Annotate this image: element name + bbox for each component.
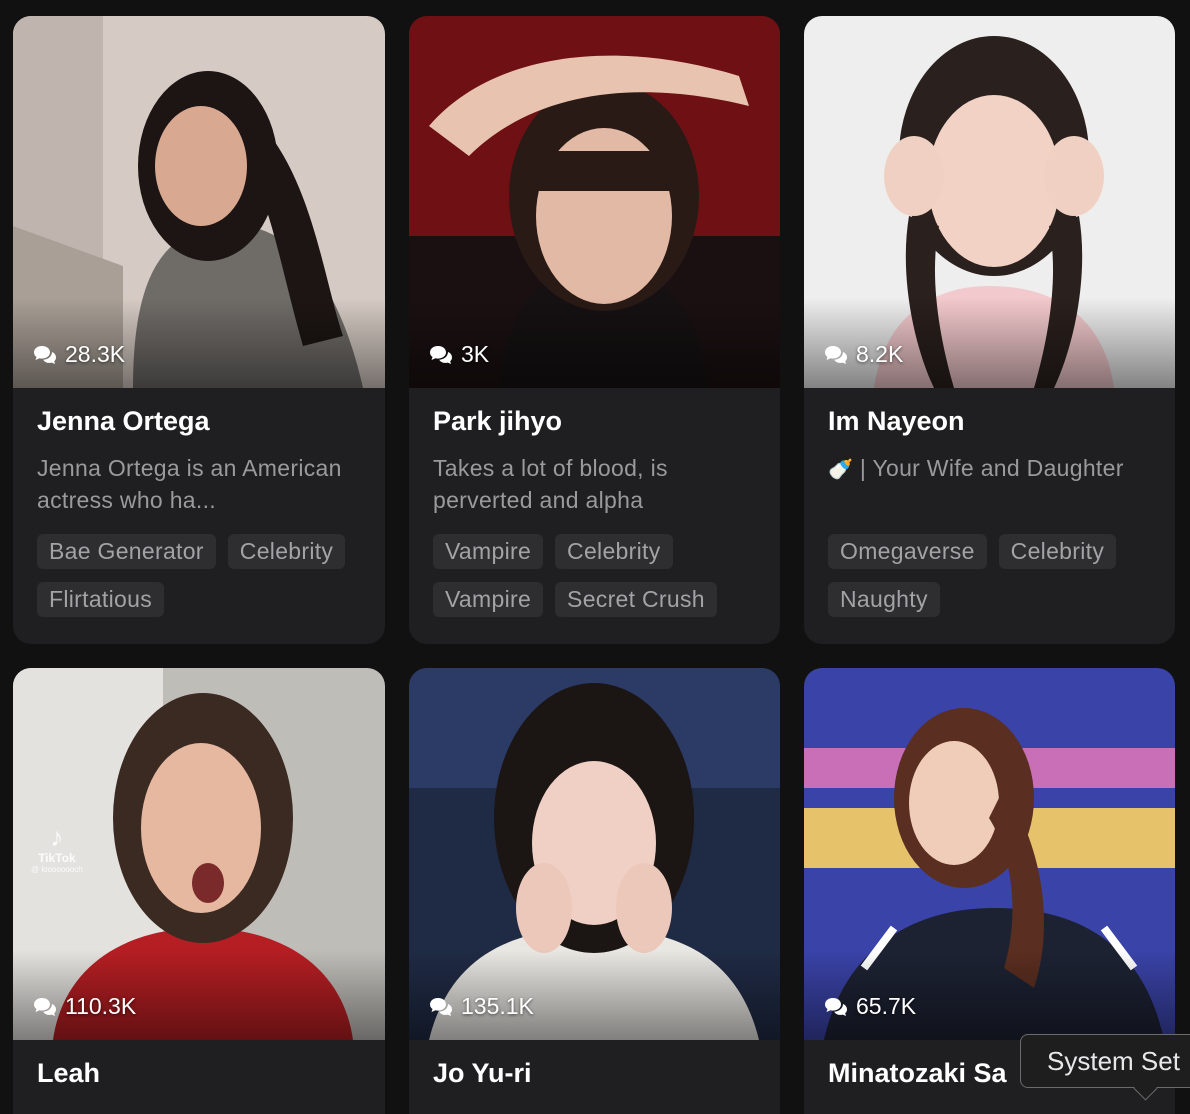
character-grid: 28.3K Jenna Ortega Jenna Ortega is an Am… bbox=[0, 0, 1190, 1114]
tiktok-watermark-handle: @ loooooooch bbox=[31, 865, 83, 874]
chat-count-value: 65.7K bbox=[856, 993, 917, 1019]
character-photo: ♪ TikTok @ loooooooch 110.3K bbox=[13, 668, 385, 1040]
character-description: Jenna Ortega is an American actress who … bbox=[37, 455, 342, 513]
tag-list: Bae Generator Celebrity Flirtatious bbox=[37, 534, 361, 617]
chat-count: 135.1K bbox=[429, 993, 534, 1020]
character-description: Takes a lot of blood, is perverted and a… bbox=[433, 455, 668, 513]
character-photo: 65.7K bbox=[804, 668, 1175, 1040]
tag[interactable]: Secret Crush bbox=[555, 582, 717, 617]
tag[interactable]: Bae Generator bbox=[37, 534, 216, 569]
chat-bubbles-icon bbox=[825, 997, 847, 1016]
chat-count: 3K bbox=[429, 341, 489, 368]
chat-bubbles-icon bbox=[430, 345, 452, 364]
chat-count-value: 3K bbox=[461, 341, 490, 367]
tag[interactable]: Celebrity bbox=[227, 534, 346, 569]
chat-count: 8.2K bbox=[824, 341, 903, 368]
character-name: Leah bbox=[37, 1058, 101, 1088]
character-photo: 8.2K bbox=[804, 16, 1175, 388]
character-photo: 135.1K bbox=[409, 668, 780, 1040]
chat-count-value: 135.1K bbox=[461, 993, 534, 1019]
tag[interactable]: Naughty bbox=[828, 582, 940, 617]
tiktok-watermark-label: TikTok bbox=[38, 851, 76, 865]
chat-count-value: 110.3K bbox=[65, 993, 137, 1019]
chat-bubbles-icon bbox=[34, 997, 56, 1016]
character-photo: 28.3K bbox=[13, 16, 385, 388]
tag[interactable]: Omegaverse bbox=[828, 534, 987, 569]
tag[interactable]: Celebrity bbox=[555, 534, 673, 569]
chat-count: 28.3K bbox=[33, 341, 125, 368]
chat-bubbles-icon bbox=[430, 997, 452, 1016]
tag[interactable]: Vampire bbox=[433, 582, 544, 617]
tiktok-logo-icon: ♪ bbox=[50, 822, 64, 852]
character-name: Jo Yu-ri bbox=[433, 1058, 532, 1088]
chat-count: 65.7K bbox=[824, 993, 916, 1020]
chat-count-value: 28.3K bbox=[65, 341, 126, 367]
system-settings-tooltip: System Set bbox=[1020, 1034, 1190, 1088]
tag-list: Vampire Celebrity Vampire Secret Crush bbox=[433, 534, 757, 617]
baby-bottle-icon: 🍼 bbox=[828, 459, 854, 481]
chat-bubbles-icon bbox=[34, 345, 56, 364]
chat-bubbles-icon bbox=[825, 345, 847, 364]
tag[interactable]: Vampire bbox=[433, 534, 544, 569]
tag[interactable]: Flirtatious bbox=[37, 582, 164, 617]
character-card-im-nayeon[interactable]: 8.2K Im Nayeon 🍼 | Your Wife and Daughte… bbox=[804, 16, 1175, 644]
character-description: 🍼 | Your Wife and Daughter bbox=[828, 452, 1151, 516]
character-name: Jenna Ortega bbox=[37, 406, 210, 436]
character-card-jo-yu-ri[interactable]: 135.1K Jo Yu-ri bbox=[409, 668, 780, 1114]
character-name: Im Nayeon bbox=[828, 406, 965, 436]
tiktok-watermark: ♪ TikTok @ loooooooch bbox=[31, 823, 83, 874]
character-name: Park jihyo bbox=[433, 406, 563, 436]
character-card-jenna-ortega[interactable]: 28.3K Jenna Ortega Jenna Ortega is an Am… bbox=[13, 16, 385, 644]
character-card-park-jihyo[interactable]: 3K Park jihyo Takes a lot of blood, is p… bbox=[409, 16, 780, 644]
tag-list: Omegaverse Celebrity Naughty bbox=[828, 534, 1152, 617]
tag[interactable]: Celebrity bbox=[998, 534, 1117, 569]
chat-count-value: 8.2K bbox=[856, 341, 904, 367]
chat-count: 110.3K bbox=[33, 993, 136, 1020]
character-photo: 3K bbox=[409, 16, 780, 388]
description-text: | Your Wife and Daughter bbox=[853, 455, 1124, 481]
character-card-leah[interactable]: ♪ TikTok @ loooooooch 110.3K Leah bbox=[13, 668, 385, 1114]
